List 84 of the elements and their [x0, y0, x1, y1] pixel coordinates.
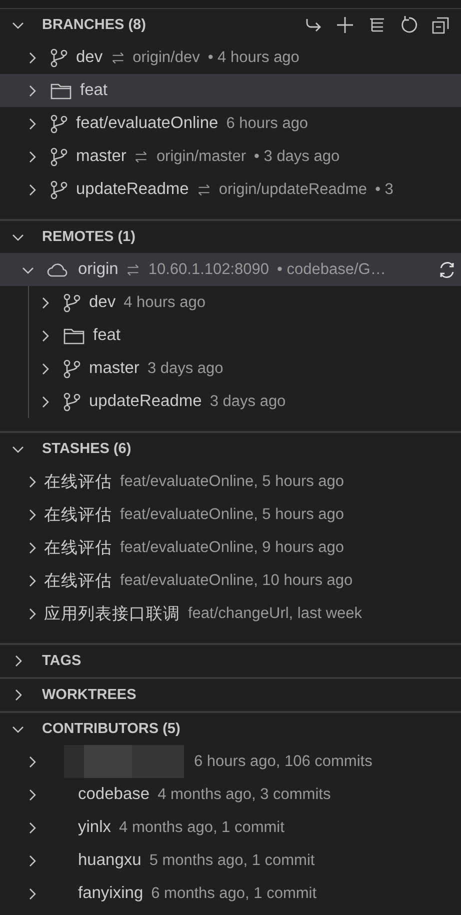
tree-row[interactable]: updateReadme origin/updateReadme • 3 — [0, 173, 461, 206]
item-label: dev — [76, 48, 103, 67]
item-label: 在线评估 — [44, 472, 112, 492]
item-label: feat — [80, 81, 108, 100]
item-label: feat/evaluateOnline — [76, 114, 218, 133]
tree-row[interactable]: master origin/master • 3 days ago — [0, 140, 461, 173]
branch-icon — [63, 358, 81, 378]
tree-row[interactable]: feat/evaluateOnline 6 hours ago — [0, 107, 461, 140]
item-description: 6 hours ago — [226, 114, 308, 132]
tree-row[interactable]: 6 hours ago, 106 commits — [0, 745, 461, 778]
tree-row[interactable]: huangxu 5 months ago, 1 commit — [0, 844, 461, 877]
item-description: 5 months ago, 1 commit — [149, 852, 315, 870]
item-description: feat/evaluateOnline, 5 hours ago — [120, 506, 344, 524]
item-label: codebase — [78, 785, 150, 804]
item-description: 3 days ago — [147, 360, 224, 378]
branch-icon — [63, 392, 81, 412]
item-description: • 3 — [375, 180, 394, 198]
branch-icon — [50, 180, 68, 200]
tree-row[interactable]: dev origin/dev • 4 hours ago — [0, 41, 461, 74]
upstream-text: 10.60.1.102:8090 — [148, 260, 270, 278]
tree-row[interactable]: master 3 days ago — [0, 352, 461, 385]
section-title[interactable]: REMOTES (1) — [42, 229, 136, 245]
section-title[interactable]: STASHES (6) — [42, 441, 132, 457]
item-description: 4 months ago, 1 commit — [119, 818, 284, 836]
tree-row[interactable]: yinlx 4 months ago, 1 commit — [0, 811, 461, 844]
item-description: • codebase/G… — [277, 260, 386, 278]
item-label: 应用列表接口联调 — [44, 604, 180, 624]
item-description: feat/changeUrl, last week — [188, 604, 362, 622]
item-description: 3 days ago — [210, 392, 286, 410]
plus-icon[interactable] — [335, 15, 355, 35]
item-description: feat/evaluateOnline, 5 hours ago — [120, 472, 344, 490]
tree-row[interactable]: feat — [0, 74, 461, 107]
item-label: feat — [93, 326, 121, 345]
tree-row[interactable]: dev 4 hours ago — [0, 286, 461, 319]
item-description: • 3 days ago — [254, 148, 340, 166]
item-label: 在线评估 — [44, 538, 112, 558]
tree-row[interactable]: codebase 4 months ago, 3 commits — [0, 778, 461, 811]
item-description: 6 months ago, 1 commit — [151, 884, 317, 902]
section-title[interactable]: CONTRIBUTORS (5) — [42, 721, 180, 737]
upstream-text: origin/master — [156, 148, 246, 166]
section-title[interactable]: TAGS — [42, 653, 82, 669]
branch-icon — [50, 114, 68, 134]
tree-row[interactable]: fanyixing 6 months ago, 1 commit — [0, 877, 461, 910]
item-description: 4 hours ago — [124, 294, 206, 312]
folder-icon — [50, 82, 72, 100]
tree-row[interactable]: updateReadme 3 days ago — [0, 385, 461, 418]
item-label: master — [89, 359, 140, 378]
item-description: feat/evaluateOnline, 9 hours ago — [120, 538, 344, 556]
sync-arrows-icon — [196, 182, 211, 196]
item-label: updateReadme — [89, 392, 202, 411]
tree-row[interactable]: 在线评估 feat/evaluateOnline, 5 hours ago — [0, 498, 461, 531]
item-label: origin — [78, 260, 118, 279]
item-label: fanyixing — [78, 884, 144, 903]
item-description: 4 months ago, 3 commits — [158, 786, 331, 804]
branch-icon — [50, 146, 68, 166]
item-description: • 4 hours ago — [208, 48, 300, 66]
tree-row[interactable]: 在线评估 feat/evaluateOnline, 9 hours ago — [0, 531, 461, 564]
collapse-all-icon[interactable] — [431, 15, 451, 35]
item-description: 6 hours ago, 106 commits — [194, 752, 372, 770]
branch-icon — [63, 292, 81, 312]
refresh-icon[interactable] — [399, 15, 419, 35]
item-label: huangxu — [78, 851, 142, 870]
upstream-text: origin/dev — [132, 48, 200, 66]
item-label: 在线评估 — [44, 504, 112, 526]
sync-arrows-icon — [126, 262, 140, 276]
tree-row[interactable]: 应用列表接口联调 feat/changeUrl, last week — [0, 597, 461, 630]
tree-row[interactable]: 在线评估 feat/evaluateOnline, 10 hours ago — [0, 564, 461, 597]
item-label: yinlx — [78, 818, 112, 837]
sync-arrows-icon — [134, 150, 148, 164]
section-title[interactable]: WORKTREES — [42, 687, 136, 703]
tree-row[interactable]: origin 10.60.1.102:8090 • codebase/G… — [0, 253, 461, 286]
tree-row[interactable]: 在线评估 feat/evaluateOnline, 5 hours ago — [0, 465, 461, 498]
item-label: dev — [89, 293, 116, 312]
upstream-text: origin/updateReadme — [218, 180, 368, 198]
section-title[interactable]: BRANCHES (8) — [42, 17, 146, 33]
item-label: master — [76, 147, 126, 166]
branch-icon — [50, 48, 68, 68]
item-description: feat/evaluateOnline, 10 hours ago — [120, 572, 353, 590]
item-label: updateReadme — [76, 180, 189, 199]
folder-icon — [63, 326, 85, 344]
item-label: 在线评估 — [44, 570, 112, 592]
sync-arrows-icon — [110, 50, 125, 64]
cloud-icon — [46, 262, 70, 278]
tree-row[interactable]: feat — [0, 319, 461, 352]
